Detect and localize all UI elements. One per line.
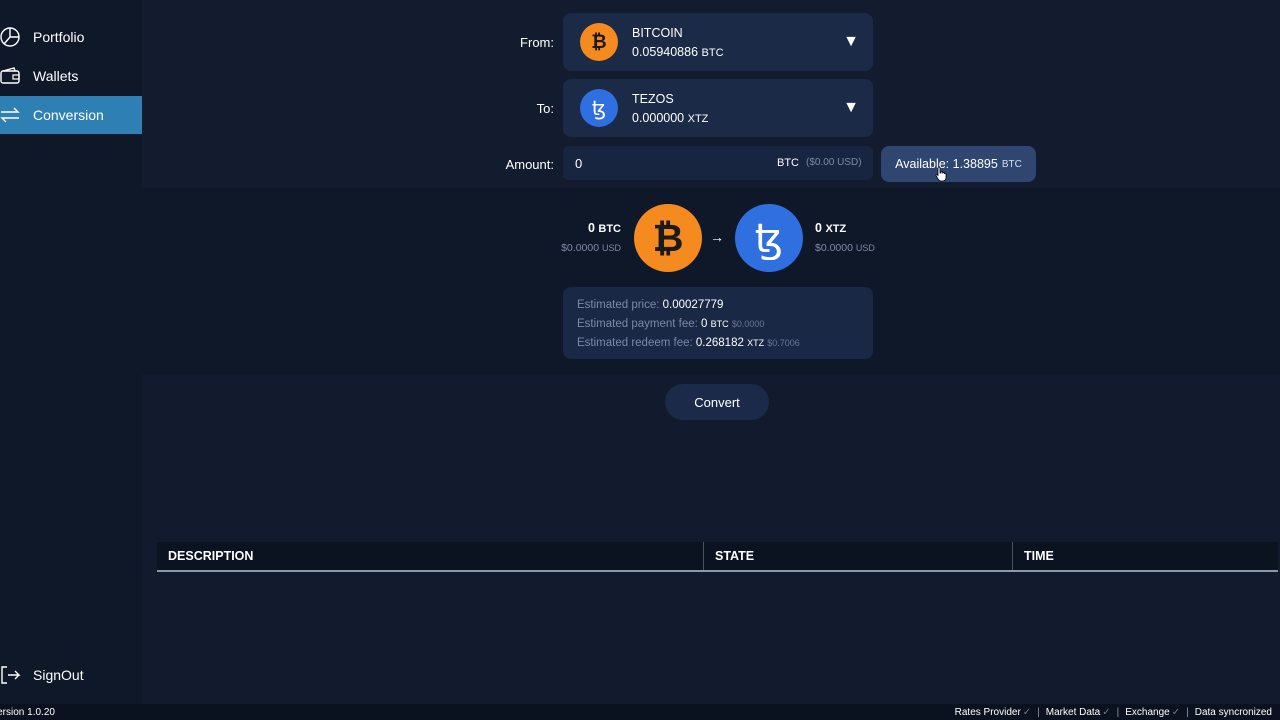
sidebar-item-label: Conversion bbox=[33, 107, 104, 123]
estimated-redeem-fee: Estimated redeem fee: 0.268182 XTZ $0.70… bbox=[577, 337, 800, 349]
available-balance-button[interactable]: Available: 1.38895 BTC bbox=[881, 146, 1036, 182]
estimates-box: Estimated price: 0.00027779 Estimated pa… bbox=[563, 287, 873, 359]
tezos-icon: ꜩ bbox=[735, 204, 803, 272]
signout-icon bbox=[0, 663, 22, 687]
estimated-price: Estimated price: 0.00027779 bbox=[577, 299, 724, 311]
hand-cursor-icon bbox=[935, 166, 947, 182]
conversion-form-panel: From: ₿ BITCOIN 0.05940886 BTC ▼ To: ꜩ T… bbox=[142, 0, 1280, 188]
svg-text:ꜩ: ꜩ bbox=[755, 216, 783, 260]
status-bar: Version 1.0.20 Rates Provider✓ | Market … bbox=[0, 704, 1280, 720]
status-market-data: Market Data ✓ bbox=[1045, 707, 1111, 718]
wallet-icon bbox=[0, 64, 22, 88]
to-currency-name: TEZOS bbox=[632, 92, 674, 106]
sidebar-item-portfolio[interactable]: Portfolio bbox=[0, 18, 142, 56]
status-data-sync: Data syncronized bbox=[1194, 707, 1272, 718]
signout-button[interactable]: SignOut bbox=[0, 656, 142, 694]
status-rates-provider: Rates Provider ✓ bbox=[954, 707, 1032, 718]
to-currency-selector[interactable]: ꜩ TEZOS 0.000000 XTZ ▼ bbox=[563, 79, 873, 137]
to-label: To: bbox=[536, 101, 554, 116]
pie-chart-icon bbox=[0, 25, 22, 49]
to-currency-balance: 0.000000 XTZ bbox=[632, 111, 709, 125]
from-currency-selector[interactable]: ₿ BITCOIN 0.05940886 BTC ▼ bbox=[563, 13, 873, 71]
tezos-icon: ꜩ bbox=[580, 89, 618, 127]
amount-input[interactable] bbox=[569, 151, 749, 175]
amount-usd: ($0.00 USD) bbox=[806, 157, 862, 168]
sidebar-item-conversion[interactable]: Conversion bbox=[0, 96, 142, 134]
column-header-time[interactable]: TIME bbox=[1013, 542, 1278, 570]
version-label: Version 1.0.20 bbox=[0, 707, 55, 718]
svg-text:ꜩ: ꜩ bbox=[592, 96, 606, 120]
available-unit: BTC bbox=[1001, 158, 1022, 170]
sidebar-item-label: Wallets bbox=[33, 68, 79, 84]
swaps-table-header: DESCRIPTION STATE TIME bbox=[157, 542, 1278, 572]
amount-unit: BTC bbox=[777, 157, 799, 169]
from-amount-summary: 0 BTC $0.0000 USD bbox=[561, 221, 621, 254]
svg-text:₿: ₿ bbox=[591, 31, 606, 53]
to-amount-summary: 0 XTZ $0.0000 USD bbox=[815, 221, 875, 254]
column-header-state[interactable]: STATE bbox=[704, 542, 1013, 570]
from-currency-name: BITCOIN bbox=[632, 26, 683, 40]
status-indicators: Rates Provider ✓ | Market Data ✓ | Exchang… bbox=[954, 707, 1272, 718]
amount-field: BTC ($0.00 USD) bbox=[563, 146, 873, 180]
amount-label: Amount: bbox=[505, 157, 554, 172]
bitcoin-icon: ₿ bbox=[580, 23, 618, 61]
from-label: From: bbox=[520, 35, 554, 50]
svg-text:₿: ₿ bbox=[653, 216, 684, 260]
main-content: From: ₿ BITCOIN 0.05940886 BTC ▼ To: ꜩ T… bbox=[142, 0, 1280, 704]
from-currency-balance: 0.05940886 BTC bbox=[632, 45, 724, 59]
sidebar: Portfolio Wallets Conversion SignOut bbox=[0, 0, 142, 704]
estimated-payment-fee: Estimated payment fee: 0 BTC $0.0000 bbox=[577, 318, 765, 330]
column-header-description[interactable]: DESCRIPTION bbox=[157, 542, 704, 570]
caret-down-icon: ▼ bbox=[843, 99, 859, 116]
status-exchange: Exchange ✓ bbox=[1125, 707, 1181, 718]
bitcoin-icon: ₿ bbox=[634, 204, 702, 272]
caret-down-icon: ▼ bbox=[843, 33, 859, 50]
arrow-right-icon: → bbox=[710, 229, 724, 245]
convert-button[interactable]: Convert bbox=[665, 384, 769, 420]
signout-label: SignOut bbox=[33, 667, 84, 683]
sidebar-item-wallets[interactable]: Wallets bbox=[0, 57, 142, 95]
sidebar-item-label: Portfolio bbox=[33, 29, 85, 45]
swap-arrows-icon bbox=[0, 103, 22, 127]
